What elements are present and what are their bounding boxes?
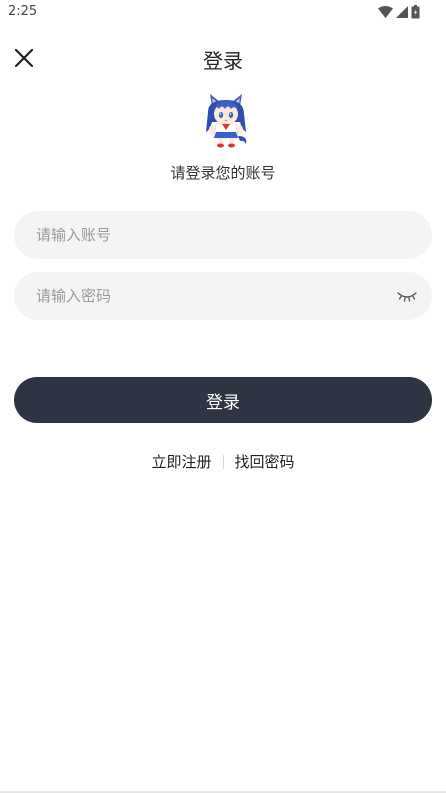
register-link[interactable]: 立即注册: [151, 451, 211, 472]
account-input[interactable]: [36, 211, 376, 259]
password-input[interactable]: [36, 272, 376, 320]
eye-closed-icon[interactable]: [396, 286, 418, 306]
recover-password-link[interactable]: 找回密码: [235, 451, 295, 472]
anime-cat-girl-avatar: [206, 94, 247, 148]
signal-icon: [396, 6, 408, 18]
link-divider: [222, 454, 224, 469]
password-field[interactable]: [14, 272, 432, 320]
account-field[interactable]: [14, 211, 432, 259]
auth-links: 立即注册 找回密码: [0, 451, 446, 472]
battery-icon: [411, 5, 420, 19]
status-icons: [378, 5, 420, 19]
login-subtitle: 请登录您的账号: [170, 164, 276, 182]
page-title: 登录: [203, 49, 243, 73]
status-bar: 2:25: [0, 0, 446, 26]
status-time: 2:25: [8, 4, 38, 19]
wifi-icon: [378, 6, 393, 18]
login-button[interactable]: 登录: [14, 377, 432, 423]
